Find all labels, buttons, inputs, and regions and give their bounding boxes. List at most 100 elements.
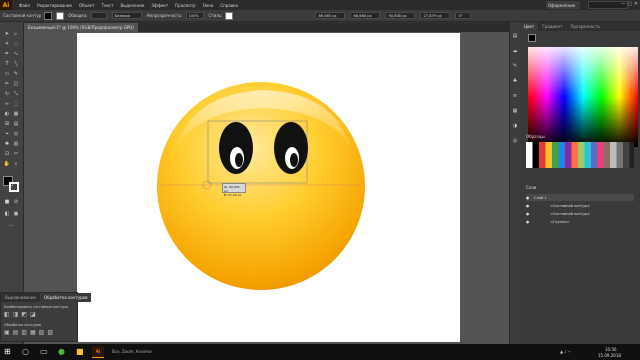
eye-icon[interactable]: ● [526,220,534,224]
menu-view[interactable]: Просмотр [175,3,196,8]
sublayer-row[interactable]: ● <Составной контур> [526,202,634,209]
graph-icon[interactable]: ▥ [12,140,20,148]
fill-swatch[interactable] [44,11,53,20]
menu-object[interactable]: Объект [79,3,95,8]
y-field[interactable]: 27,879 px [420,12,451,19]
menu-select[interactable]: Выделение [120,3,144,8]
brushes-icon[interactable]: ✎ [511,62,519,70]
app-logo: Ai [0,0,12,10]
gradient-panel-icon[interactable]: ▦ [511,107,519,115]
pencil-icon[interactable]: ✏ [3,80,11,88]
libraries-icon[interactable]: ☁ [511,47,519,55]
illustrator-taskbar-icon[interactable]: Ai [92,346,104,358]
eyedropper-icon[interactable]: ⌖ [3,130,11,138]
gradient-icon[interactable]: ▤ [12,120,20,128]
none-mode-icon[interactable]: ⊘ [12,198,20,206]
browser-icon[interactable]: ● [58,347,65,356]
tab-pathfinder[interactable]: Обработка контуров [39,293,92,302]
symbol-sprayer-icon[interactable]: ✺ [3,140,11,148]
free-transform-icon[interactable]: ⬚ [12,100,20,108]
sublayer-row[interactable]: ● <Составной контур> [526,210,634,217]
workspace-switcher[interactable]: Оформление [546,1,580,9]
color-mode-icon[interactable]: ■ [3,198,11,206]
zoom-tool-icon[interactable]: ⌕ [12,160,20,168]
panel-fill-chip[interactable] [528,34,536,42]
stroke-panel-icon[interactable]: ≡ [511,92,519,100]
tab-align[interactable]: Выравнивание [1,293,40,302]
menu-text[interactable]: Текст [102,3,114,8]
stroke-swatch[interactable] [56,11,65,20]
taskbar-search-text[interactable]: Все, Zoom, Кнопки [112,349,152,354]
h-field[interactable]: 66,668 px [350,12,381,19]
eraser-icon[interactable]: ◫ [12,80,20,88]
artboard-tool-icon[interactable]: ⊡ [3,150,11,158]
transparency-icon[interactable]: ◑ [511,122,519,130]
explorer-icon[interactable]: ■ [76,347,84,356]
screen-mode-icon[interactable]: ▣ [12,210,20,218]
tab-color[interactable]: Цвет [520,22,539,31]
paintbrush-icon[interactable]: ✎ [12,70,20,78]
angle-field[interactable]: 0° [455,12,472,19]
clock-time[interactable]: 10:56 [605,347,617,352]
menu-window[interactable]: Окно [203,3,214,8]
selection-type-label: Составной контур [3,13,42,18]
pathfinder-buttons[interactable]: ▣▤▥▦▧▨ [4,329,56,336]
stroke-color-box[interactable] [9,182,19,192]
properties-icon[interactable]: ▤ [511,32,519,40]
blend-icon[interactable]: ◎ [12,130,20,138]
warp-icon[interactable]: ≈ [3,100,11,108]
menu-file[interactable]: Файл [19,3,30,8]
shape-mode-buttons[interactable]: ◧◨◩◪ [4,311,39,318]
magic-wand-icon[interactable]: ✶ [3,40,11,48]
sublayer-name: <Группа> [550,219,570,224]
windows-start-icon[interactable]: ⊞ [4,347,11,356]
curvature-icon[interactable]: ∿ [12,50,20,58]
opacity-label: Непрозрачность: [146,13,183,18]
lasso-icon[interactable]: ◌ [12,40,20,48]
opacity-field[interactable]: 100% [185,12,204,19]
tab-transparency[interactable]: Прозрачность [566,22,603,31]
eye-icon[interactable]: ● [526,212,534,216]
search-taskbar-icon[interactable]: ○ [22,347,29,356]
x-field[interactable]: 90,838 px [385,12,416,19]
perspective-icon[interactable]: ▦ [12,110,20,118]
appearance-icon[interactable]: ◎ [511,137,519,145]
type-tool-icon[interactable]: T [3,60,11,68]
document-tab[interactable]: Безымянный-1* @ 100% (RGB/Предпросмотр G… [24,23,138,32]
pathfinders-label: Обработка контуров [4,323,41,327]
more-tools-icon[interactable]: ··· [7,222,15,230]
symbols-icon[interactable]: ♣ [511,77,519,85]
slice-icon[interactable]: ✂ [12,150,20,158]
style-label: Стиль: [208,13,223,18]
clock-date[interactable]: 15.09.2018 [598,353,621,358]
menu-effect[interactable]: Эффект [151,3,168,8]
brush-field[interactable]: Базовая [111,12,142,19]
rotate-icon[interactable]: ↻ [3,90,11,98]
line-tool-icon[interactable]: ╲ [12,60,20,68]
menu-help[interactable]: Справка [220,3,238,8]
color-spectrum[interactable] [528,47,638,147]
rectangle-tool-icon[interactable]: ▭ [3,70,11,78]
eye-icon[interactable]: ● [526,196,534,200]
menu-edit[interactable]: Редактирование [37,3,72,8]
eye-icon[interactable]: ● [526,204,534,208]
tab-gradient[interactable]: Градиент [538,22,566,31]
draw-mode-icon[interactable]: ◧ [3,210,11,218]
sublayer-row[interactable]: ● <Группа> [526,218,634,225]
artboard[interactable] [77,33,460,342]
selection-tool-icon[interactable]: ➤ [3,30,11,38]
stroke-field[interactable] [90,12,107,19]
hand-tool-icon[interactable]: ✋ [3,160,11,168]
taskview-icon[interactable]: ▭ [40,347,48,356]
layer-row[interactable]: ● Слой 1 [526,194,634,201]
window-controls[interactable]: — ▢ ✕ [621,1,638,7]
mesh-icon[interactable]: ⊞ [3,120,11,128]
style-swatch[interactable] [225,11,234,20]
tray-icons[interactable]: ▲ ♪ ⌁ [560,349,571,354]
direct-selection-tool-icon[interactable]: ▹ [12,30,20,38]
scale-icon[interactable]: ⤡ [12,90,20,98]
w-field[interactable]: 86,065 px [315,12,346,19]
pen-tool-icon[interactable]: ✒ [3,50,11,58]
swatch-grid[interactable] [526,142,634,168]
shape-builder-icon[interactable]: ◐ [3,110,11,118]
